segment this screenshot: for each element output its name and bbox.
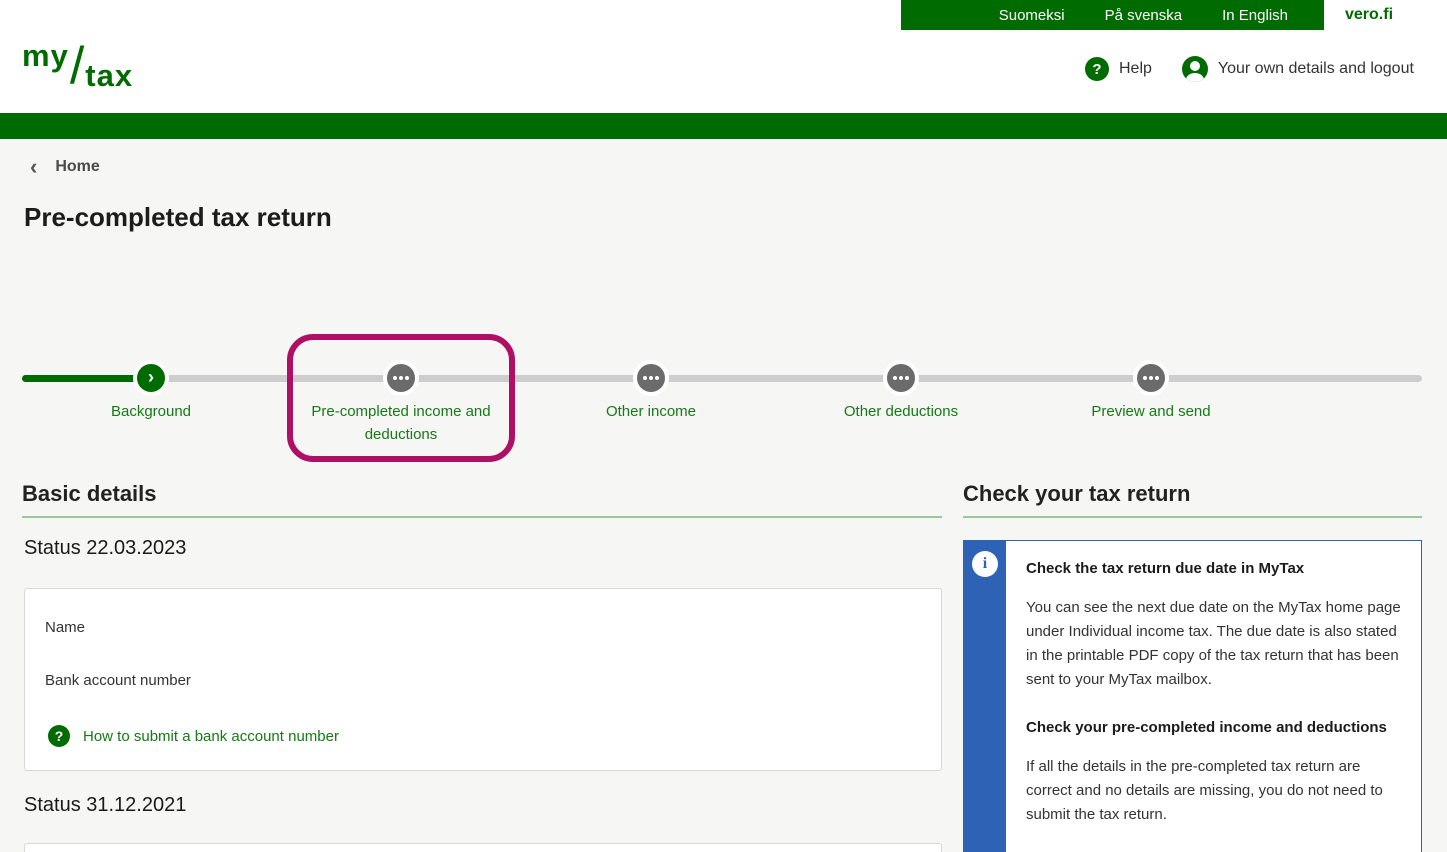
check-chevron-icon: ›	[148, 367, 154, 387]
step-label-other-income[interactable]: Other income	[541, 400, 761, 423]
question-icon: ?	[48, 725, 70, 747]
lang-link-in-english[interactable]: In English	[1222, 7, 1288, 24]
vero-fi-link[interactable]: vero.fi	[1345, 0, 1393, 30]
lang-link-suomeksi[interactable]: Suomeksi	[999, 7, 1065, 24]
step-node-background[interactable]: ›	[133, 360, 169, 396]
language-bar: Suomeksi På svenska In English	[901, 0, 1324, 30]
step-label-other-deductions[interactable]: Other deductions	[791, 400, 1011, 423]
step-node-other-deductions[interactable]	[883, 360, 919, 396]
heading-underline	[963, 516, 1422, 518]
bank-account-help-label: How to submit a bank account number	[83, 727, 339, 745]
page-title: Pre-completed tax return	[24, 202, 332, 232]
step-node-precompleted-income[interactable]	[383, 360, 419, 396]
info-body-check-income: If all the details in the pre-completed …	[1026, 758, 1383, 823]
account-logout-link[interactable]: Your own details and logout	[1181, 56, 1414, 82]
bank-account-label: Bank account number	[45, 672, 191, 689]
step-label-precompleted-income[interactable]: Pre-completed income and deductions	[291, 400, 511, 446]
name-label: Name	[45, 619, 86, 636]
help-label: Help	[1119, 60, 1152, 77]
mytax-page: my / tax Suomeksi På svenska In English …	[0, 0, 1447, 852]
account-label: Your own details and logout	[1217, 60, 1414, 77]
green-nav-bar	[0, 113, 1447, 139]
bank-account-help-link[interactable]: ? How to submit a bank account number	[48, 725, 339, 747]
help-icon: ?	[1085, 57, 1109, 81]
ellipsis-icon	[1143, 376, 1159, 380]
info-box: i Check the tax return due date in MyTax…	[963, 540, 1422, 852]
status-heading-2023: Status 22.03.2023	[24, 537, 187, 559]
lang-link-pa-svenska[interactable]: På svenska	[1105, 7, 1183, 24]
step-label-preview-send[interactable]: Preview and send	[1041, 400, 1261, 423]
info-title-due-date: Check the tax return due date in MyTax	[1026, 560, 1305, 577]
breadcrumb-label: Home	[55, 158, 100, 175]
check-tax-return-heading: Check your tax return	[963, 481, 1191, 506]
help-icon-glyph: ?	[1092, 60, 1102, 78]
info-title-check-income: Check your pre-completed income and dedu…	[1026, 719, 1387, 736]
logo-text-my: my	[22, 38, 69, 73]
logo-text-tax: tax	[85, 58, 134, 93]
step-label-background[interactable]: Background	[41, 400, 261, 423]
info-body-due-date: You can see the next due date on the MyT…	[1026, 599, 1401, 688]
help-link[interactable]: ? Help	[1085, 57, 1152, 81]
question-icon-glyph: ?	[54, 728, 64, 744]
info-box-strip: i	[964, 541, 1006, 852]
header-actions: ? Help Your own details and logout	[1085, 56, 1414, 82]
status-heading-2021: Status 31.12.2021	[24, 794, 187, 816]
info-icon: i	[972, 551, 998, 577]
ellipsis-icon	[393, 376, 409, 380]
logo-slash: /	[69, 37, 85, 95]
basic-details-heading: Basic details	[22, 481, 157, 506]
step-node-other-income[interactable]	[633, 360, 669, 396]
info-box-content: Check the tax return due date in MyTax Y…	[1006, 541, 1421, 852]
step-node-preview-send[interactable]	[1133, 360, 1169, 396]
ellipsis-icon	[893, 376, 909, 380]
user-icon	[1181, 56, 1208, 82]
heading-underline	[22, 516, 942, 518]
stepper-track	[22, 375, 1422, 382]
mytax-logo[interactable]: my / tax	[22, 37, 134, 95]
basic-details-card: Name Bank account number ? How to submit…	[24, 588, 942, 771]
status-2021-card	[24, 843, 942, 852]
ellipsis-icon	[643, 376, 659, 380]
breadcrumb-home[interactable]: ‹ Home	[30, 156, 100, 178]
info-icon-glyph: i	[982, 555, 988, 572]
chevron-left-icon: ‹	[30, 154, 38, 179]
